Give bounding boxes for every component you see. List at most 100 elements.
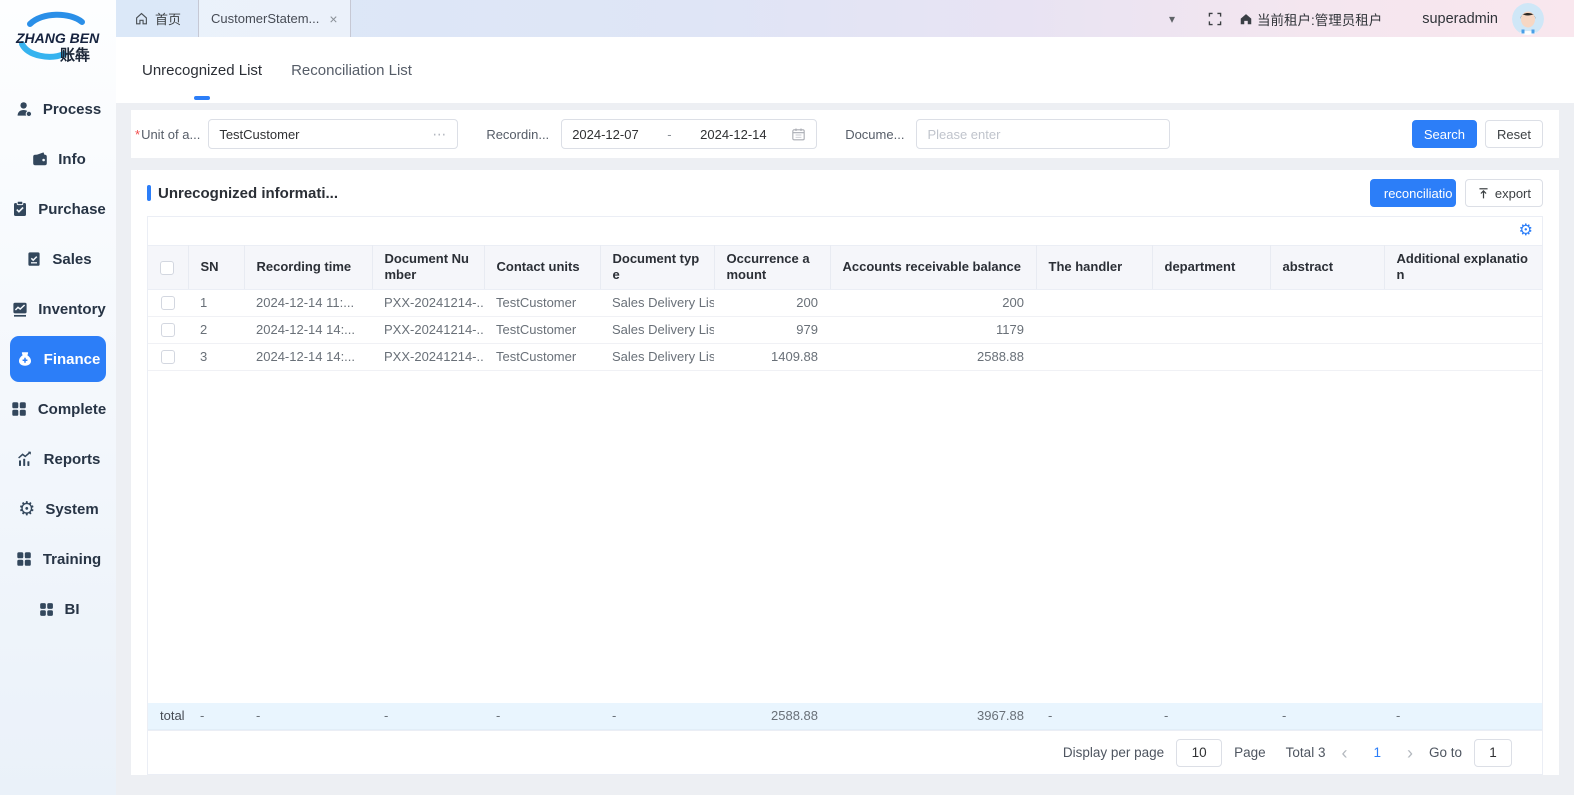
panel-head: Unrecognized informati... reconciliatio bbox=[147, 170, 1543, 216]
per-page-input[interactable] bbox=[1176, 739, 1222, 767]
goto-label: Go to bbox=[1429, 745, 1462, 760]
sidebar-item-label: Inventory bbox=[38, 301, 106, 318]
total-accounts-receivable-balance: 3967.88 bbox=[830, 703, 1036, 730]
date-end: 2024-12-14 bbox=[700, 127, 767, 142]
col-header-document-type: Document type bbox=[600, 246, 714, 290]
col-header-contact-units: Contact units bbox=[484, 246, 600, 290]
sidebar: ZHANG BEN 账犇 Process Info bbox=[0, 0, 116, 795]
sidebar-item-bi[interactable]: BI bbox=[0, 584, 116, 634]
table-row[interactable]: 1 2024-12-14 11:... PXX-20241214-... Tes… bbox=[148, 289, 1542, 316]
date-start: 2024-12-07 bbox=[572, 127, 639, 142]
sidebar-item-reports[interactable]: Reports bbox=[0, 434, 116, 484]
unit-select[interactable]: TestCustomer ⋯ bbox=[208, 119, 458, 149]
recording-date-range[interactable]: 2024-12-07 - 2024-12-14 bbox=[561, 119, 817, 149]
current-tenant: 当前租户:管理员租户 bbox=[1239, 9, 1382, 29]
panel-title: Unrecognized informati... bbox=[147, 185, 338, 202]
sidebar-item-label: BI bbox=[65, 601, 80, 618]
document-input[interactable] bbox=[916, 119, 1170, 149]
app-logo[interactable]: ZHANG BEN 账犇 bbox=[0, 0, 116, 82]
table-row[interactable]: 2 2024-12-14 14:... PXX-20241214-... Tes… bbox=[148, 316, 1542, 343]
close-icon[interactable]: × bbox=[329, 11, 337, 27]
select-all-checkbox[interactable] bbox=[160, 261, 174, 275]
goto-page-input[interactable] bbox=[1474, 739, 1512, 767]
total-label: total bbox=[148, 703, 188, 730]
sidebar-item-complete[interactable]: Complete bbox=[0, 384, 116, 434]
ellipsis-icon: ⋯ bbox=[432, 126, 447, 143]
sidebar-item-finance[interactable]: Finance bbox=[10, 336, 106, 382]
table-row[interactable]: 3 2024-12-14 14:... PXX-20241214-... Tes… bbox=[148, 343, 1542, 370]
sidebar-item-purchase[interactable]: Purchase bbox=[0, 184, 116, 234]
col-header-recording-time: Recording time bbox=[244, 246, 372, 290]
tab-unrecognized-list[interactable]: Unrecognized List bbox=[140, 37, 264, 103]
sidebar-item-label: Process bbox=[43, 101, 101, 118]
cell-the-handler bbox=[1036, 316, 1152, 343]
username[interactable]: superadmin bbox=[1422, 11, 1498, 27]
page-tabs: Unrecognized List Reconciliation List bbox=[116, 37, 1574, 103]
search-button[interactable]: Search bbox=[1412, 120, 1477, 148]
cell-accounts-receivable-balance: 1179 bbox=[830, 316, 1036, 343]
open-page-tab[interactable]: CustomerStatem... × bbox=[198, 0, 351, 37]
logo-text-en: ZHANG BEN bbox=[15, 30, 100, 46]
col-header-sn: SN bbox=[188, 246, 244, 290]
reset-button[interactable]: Reset bbox=[1485, 120, 1543, 148]
row-checkbox[interactable] bbox=[161, 350, 175, 364]
tenant-label: 当前租户:管理员租户 bbox=[1257, 9, 1382, 29]
filter-bar: *Unit of a... TestCustomer ⋯ Recordin...… bbox=[131, 110, 1559, 158]
cell-occurrence-amount: 1409.88 bbox=[714, 343, 830, 370]
cell-sn: 3 bbox=[188, 343, 244, 370]
cell-document-type: Sales Delivery List bbox=[600, 289, 714, 316]
sidebar-item-process[interactable]: Process bbox=[0, 84, 116, 134]
cell-additional-explanation bbox=[1384, 289, 1542, 316]
cell-department bbox=[1152, 316, 1270, 343]
date-separator: - bbox=[663, 127, 675, 142]
breadcrumb-home[interactable]: 首页 bbox=[134, 9, 181, 28]
export-button[interactable]: export bbox=[1465, 179, 1543, 207]
unit-filter-label: *Unit of a... bbox=[135, 127, 200, 142]
sidebar-item-system[interactable]: ⚙ System bbox=[0, 484, 116, 534]
sidebar-item-info[interactable]: Info bbox=[0, 134, 116, 184]
column-settings-gear-icon[interactable]: ⚙ bbox=[1519, 223, 1533, 239]
cell-recording-time: 2024-12-14 14:... bbox=[244, 316, 372, 343]
total-cell: - bbox=[1152, 703, 1270, 730]
table-container: ⚙ SN Recording time Document Number bbox=[147, 216, 1543, 775]
wallet-icon bbox=[30, 150, 49, 169]
chevron-right-icon[interactable]: › bbox=[1403, 744, 1417, 762]
cell-the-handler bbox=[1036, 343, 1152, 370]
col-header-occurrence-amount: Occurrence amount bbox=[714, 246, 830, 290]
tabs-dropdown-caret-icon[interactable]: ▾ bbox=[1169, 12, 1175, 26]
cell-document-number: PXX-20241214-... bbox=[372, 316, 484, 343]
row-checkbox[interactable] bbox=[161, 296, 175, 310]
total-cell: - bbox=[1270, 703, 1384, 730]
user-icon bbox=[15, 100, 34, 119]
total-cell: - bbox=[244, 703, 372, 730]
document-check-icon bbox=[24, 250, 43, 269]
current-page[interactable]: 1 bbox=[1363, 745, 1391, 760]
export-icon bbox=[1477, 187, 1490, 200]
reconciliation-button[interactable]: reconciliatio bbox=[1370, 179, 1456, 207]
avatar[interactable] bbox=[1512, 3, 1544, 35]
sidebar-item-training[interactable]: Training bbox=[0, 534, 116, 584]
row-checkbox[interactable] bbox=[161, 323, 175, 337]
cell-document-number: PXX-20241214-... bbox=[372, 343, 484, 370]
cell-document-number: PXX-20241214-... bbox=[372, 289, 484, 316]
cell-recording-time: 2024-12-14 11:... bbox=[244, 289, 372, 316]
tab-reconciliation-list[interactable]: Reconciliation List bbox=[289, 37, 414, 103]
sidebar-nav: Process Info Purchase Sales bbox=[0, 82, 116, 795]
sidebar-item-sales[interactable]: Sales bbox=[0, 234, 116, 284]
fullscreen-icon[interactable] bbox=[1207, 11, 1223, 27]
sidebar-item-inventory[interactable]: Inventory bbox=[0, 284, 116, 334]
cell-department bbox=[1152, 289, 1270, 316]
topbar-right: ▾ 当前租户:管理员租户 superadmin bbox=[1169, 3, 1544, 35]
cell-contact-units: TestCustomer bbox=[484, 316, 600, 343]
document-filter-label: Docume... bbox=[845, 127, 904, 142]
sidebar-item-label: Reports bbox=[44, 451, 101, 468]
line-chart-icon bbox=[10, 300, 29, 319]
cell-the-handler bbox=[1036, 289, 1152, 316]
chevron-left-icon[interactable]: ‹ bbox=[1337, 744, 1351, 762]
table-empty-space bbox=[148, 371, 1542, 703]
calendar-icon bbox=[791, 127, 806, 142]
home-outline-icon bbox=[134, 11, 149, 26]
topbar: 首页 CustomerStatem... × ▾ 当前租户:管理员租户 bbox=[116, 0, 1574, 37]
cell-accounts-receivable-balance: 2588.88 bbox=[830, 343, 1036, 370]
col-header-department: department bbox=[1152, 246, 1270, 290]
